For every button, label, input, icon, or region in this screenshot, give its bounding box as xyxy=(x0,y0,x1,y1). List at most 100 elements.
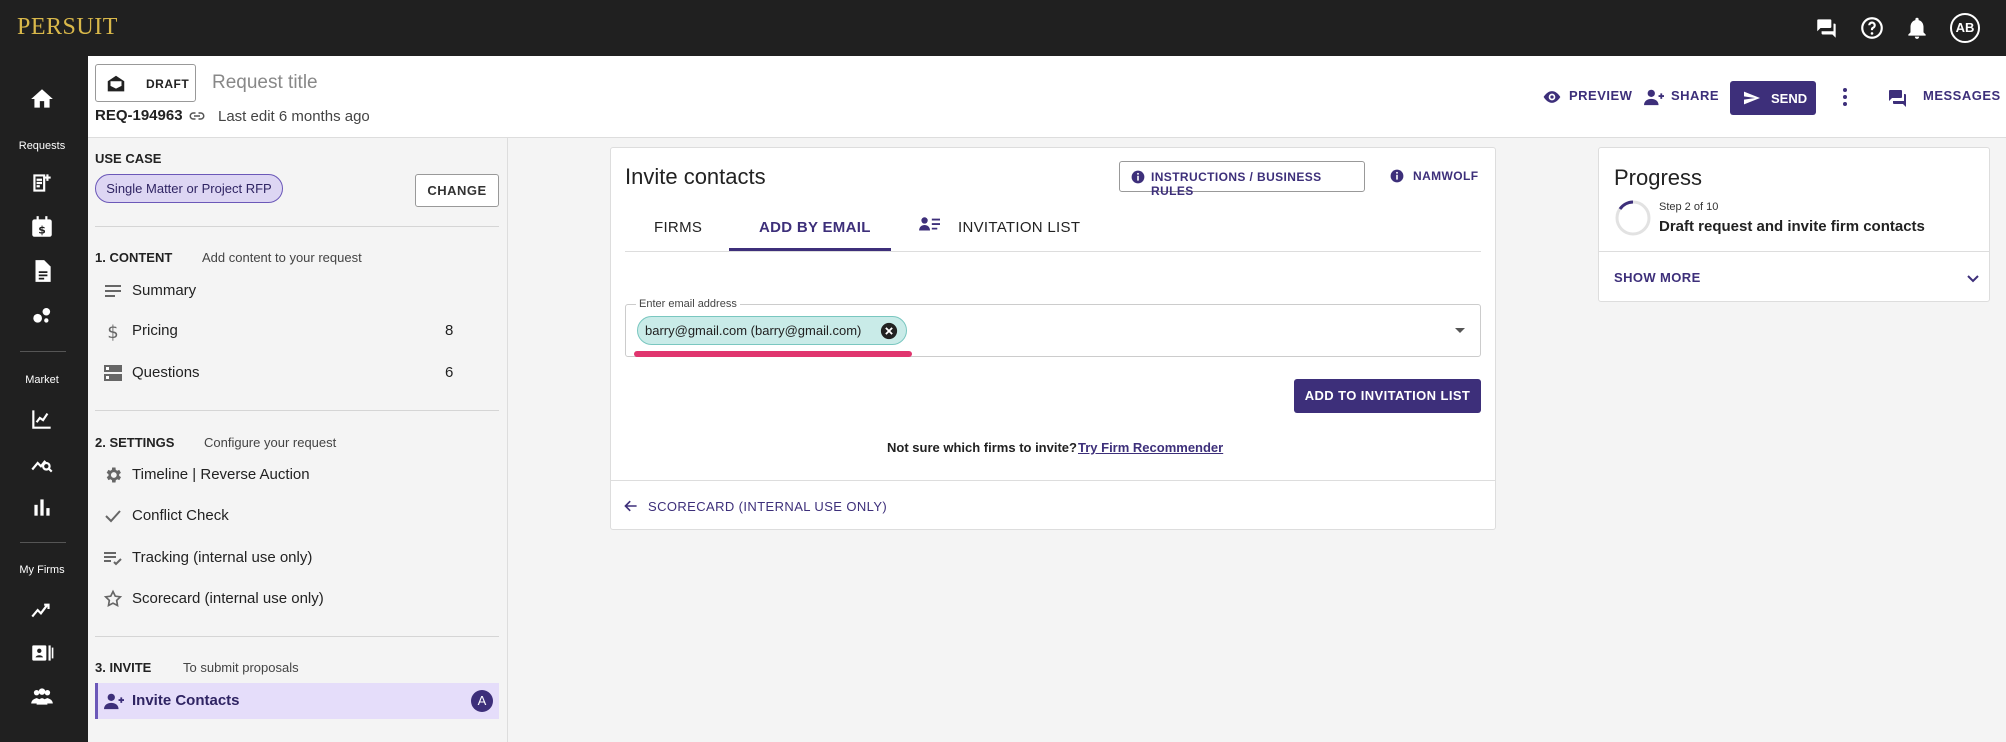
card-footer-divider xyxy=(610,480,1496,481)
svg-text:$: $ xyxy=(38,224,46,237)
add-to-invitation-list-button[interactable]: ADD TO INVITATION LIST xyxy=(1294,379,1481,413)
request-title-input[interactable]: Request title xyxy=(212,72,318,94)
sidebar-item-scorecard[interactable]: Scorecard (internal use only) xyxy=(95,581,499,617)
rail-section-my-firms: My Firms xyxy=(19,564,65,576)
not-sure-text: Not sure which firms to invite? xyxy=(887,440,1077,455)
add-person-icon xyxy=(103,691,124,711)
list-person-icon xyxy=(919,215,941,235)
rail-section-market: Market xyxy=(25,374,59,386)
document-icon[interactable] xyxy=(29,258,55,284)
back-to-scorecard-link[interactable]: SCORECARD (INTERNAL USE ONLY) xyxy=(648,499,887,514)
email-field-label: Enter email address xyxy=(636,298,740,310)
show-more-button[interactable]: SHOW MORE xyxy=(1614,270,1701,285)
lines-icon xyxy=(103,281,123,301)
sidebar-item-tracking[interactable]: Tracking (internal use only) xyxy=(95,540,499,576)
sidebar-item-conflict-check[interactable]: Conflict Check xyxy=(95,498,499,534)
info-icon xyxy=(1130,169,1146,185)
svg-text:$: $ xyxy=(107,322,118,341)
instructions-button[interactable]: INSTRUCTIONS / BUSINESS RULES xyxy=(1119,161,1365,198)
progress-ring-icon xyxy=(1614,199,1652,237)
help-icon[interactable] xyxy=(1859,15,1885,41)
trend-icon[interactable] xyxy=(29,596,55,622)
sidebar-item-invite-contacts[interactable]: Invite Contacts A xyxy=(95,683,499,719)
highlight-underline xyxy=(634,351,912,357)
instructions-label: INSTRUCTIONS / BUSINESS RULES xyxy=(1151,170,1322,198)
use-case-chip: Single Matter or Project RFP xyxy=(95,174,283,203)
rail-divider xyxy=(20,542,66,543)
email-chip[interactable]: barry@gmail.com (barry@gmail.com) xyxy=(637,316,907,345)
bell-icon[interactable] xyxy=(1904,15,1930,41)
messages-icon xyxy=(1886,86,1910,110)
last-edit-text: Last edit 6 months ago xyxy=(218,108,370,125)
tab-invitation-list[interactable]: INVITATION LIST xyxy=(958,219,1080,236)
request-id: REQ-194963 xyxy=(95,107,183,124)
home-icon[interactable] xyxy=(29,86,55,112)
preview-button[interactable]: PREVIEW xyxy=(1569,88,1632,103)
sidebar-divider xyxy=(95,226,499,227)
sidebar-item-label: Tracking (internal use only) xyxy=(132,549,313,566)
search-analytics-icon[interactable] xyxy=(29,450,55,476)
draft-envelope-icon xyxy=(105,73,127,95)
chat-icon[interactable] xyxy=(1814,15,1840,41)
calendar-dollar-icon[interactable]: $ xyxy=(29,214,55,240)
new-request-icon[interactable] xyxy=(29,170,55,196)
sidebar-item-label: Pricing xyxy=(132,322,178,339)
messages-button[interactable]: MESSAGES xyxy=(1923,88,2001,103)
add-person-icon xyxy=(1643,87,1665,107)
star-icon xyxy=(103,589,123,609)
chart-line-icon[interactable] xyxy=(29,406,55,432)
try-firm-recommender-link[interactable]: Try Firm Recommender xyxy=(1078,440,1223,455)
tab-add-by-email[interactable]: ADD BY EMAIL xyxy=(759,219,871,236)
storage-icon xyxy=(103,363,123,383)
close-icon[interactable] xyxy=(880,322,898,340)
progress-title: Progress xyxy=(1614,165,1703,190)
namwolf-button[interactable]: NAMWOLF xyxy=(1379,161,1481,192)
tab-firms[interactable]: FIRMS xyxy=(654,219,702,236)
rail-section-requests: Requests xyxy=(18,140,66,152)
rail-divider xyxy=(20,351,66,352)
card-title: Invite contacts xyxy=(625,164,766,189)
progress-divider xyxy=(1598,251,1990,252)
settings-section-subtitle: Configure your request xyxy=(204,435,337,450)
sidebar-item-label: Summary xyxy=(132,282,197,299)
namwolf-label: NAMWOLF xyxy=(1413,169,1479,183)
info-icon xyxy=(1389,168,1405,184)
check-icon xyxy=(103,506,123,526)
invite-section-subtitle: To submit proposals xyxy=(183,660,299,675)
share-button[interactable]: SHARE xyxy=(1671,88,1719,103)
bar-chart-icon[interactable] xyxy=(29,494,55,520)
content-section-title: 1. CONTENT xyxy=(95,250,173,265)
link-icon[interactable] xyxy=(188,107,206,125)
tabs-divider xyxy=(625,251,1481,252)
assignee-badge: A xyxy=(471,690,493,712)
send-button[interactable]: SEND xyxy=(1730,81,1816,115)
sidebar-item-timeline[interactable]: Timeline | Reverse Auction xyxy=(95,457,499,493)
chevron-down-icon[interactable] xyxy=(1965,270,1981,286)
group-icon[interactable] xyxy=(29,684,55,710)
email-chip-label: barry@gmail.com (barry@gmail.com) xyxy=(645,323,862,338)
progress-current-step: Draft request and invite firm contacts xyxy=(1659,218,1925,235)
send-label: SEND xyxy=(1771,91,1808,106)
content-section-subtitle: Add content to your request xyxy=(202,250,362,265)
persuit-logo[interactable]: PERSUIT xyxy=(17,14,118,41)
sidebar-item-count: 8 xyxy=(445,322,454,339)
contact-card-icon[interactable] xyxy=(29,640,55,666)
user-avatar[interactable]: AB xyxy=(1950,13,1980,43)
dollar-icon: $ xyxy=(103,321,123,341)
sidebar-item-questions[interactable]: Questions 6 xyxy=(95,355,499,391)
sidebar-divider xyxy=(95,410,499,411)
more-vert-icon[interactable] xyxy=(1837,86,1853,108)
status-label: DRAFT xyxy=(146,77,190,91)
arrow-left-icon[interactable] xyxy=(623,498,639,514)
sidebar-item-pricing[interactable]: $ Pricing 8 xyxy=(95,313,499,349)
sidebar-item-label: Conflict Check xyxy=(132,507,229,524)
draft-status-badge[interactable]: DRAFT xyxy=(95,64,196,102)
checklist-icon xyxy=(103,548,123,568)
sidebar-item-summary[interactable]: Summary xyxy=(95,273,499,309)
bubbles-icon[interactable] xyxy=(29,302,55,328)
eye-icon xyxy=(1542,87,1562,107)
send-icon xyxy=(1742,90,1762,106)
change-use-case-button[interactable]: CHANGE xyxy=(415,174,499,207)
dropdown-arrow-icon[interactable] xyxy=(1452,324,1468,336)
sidebar-item-label: Timeline | Reverse Auction xyxy=(132,466,310,483)
